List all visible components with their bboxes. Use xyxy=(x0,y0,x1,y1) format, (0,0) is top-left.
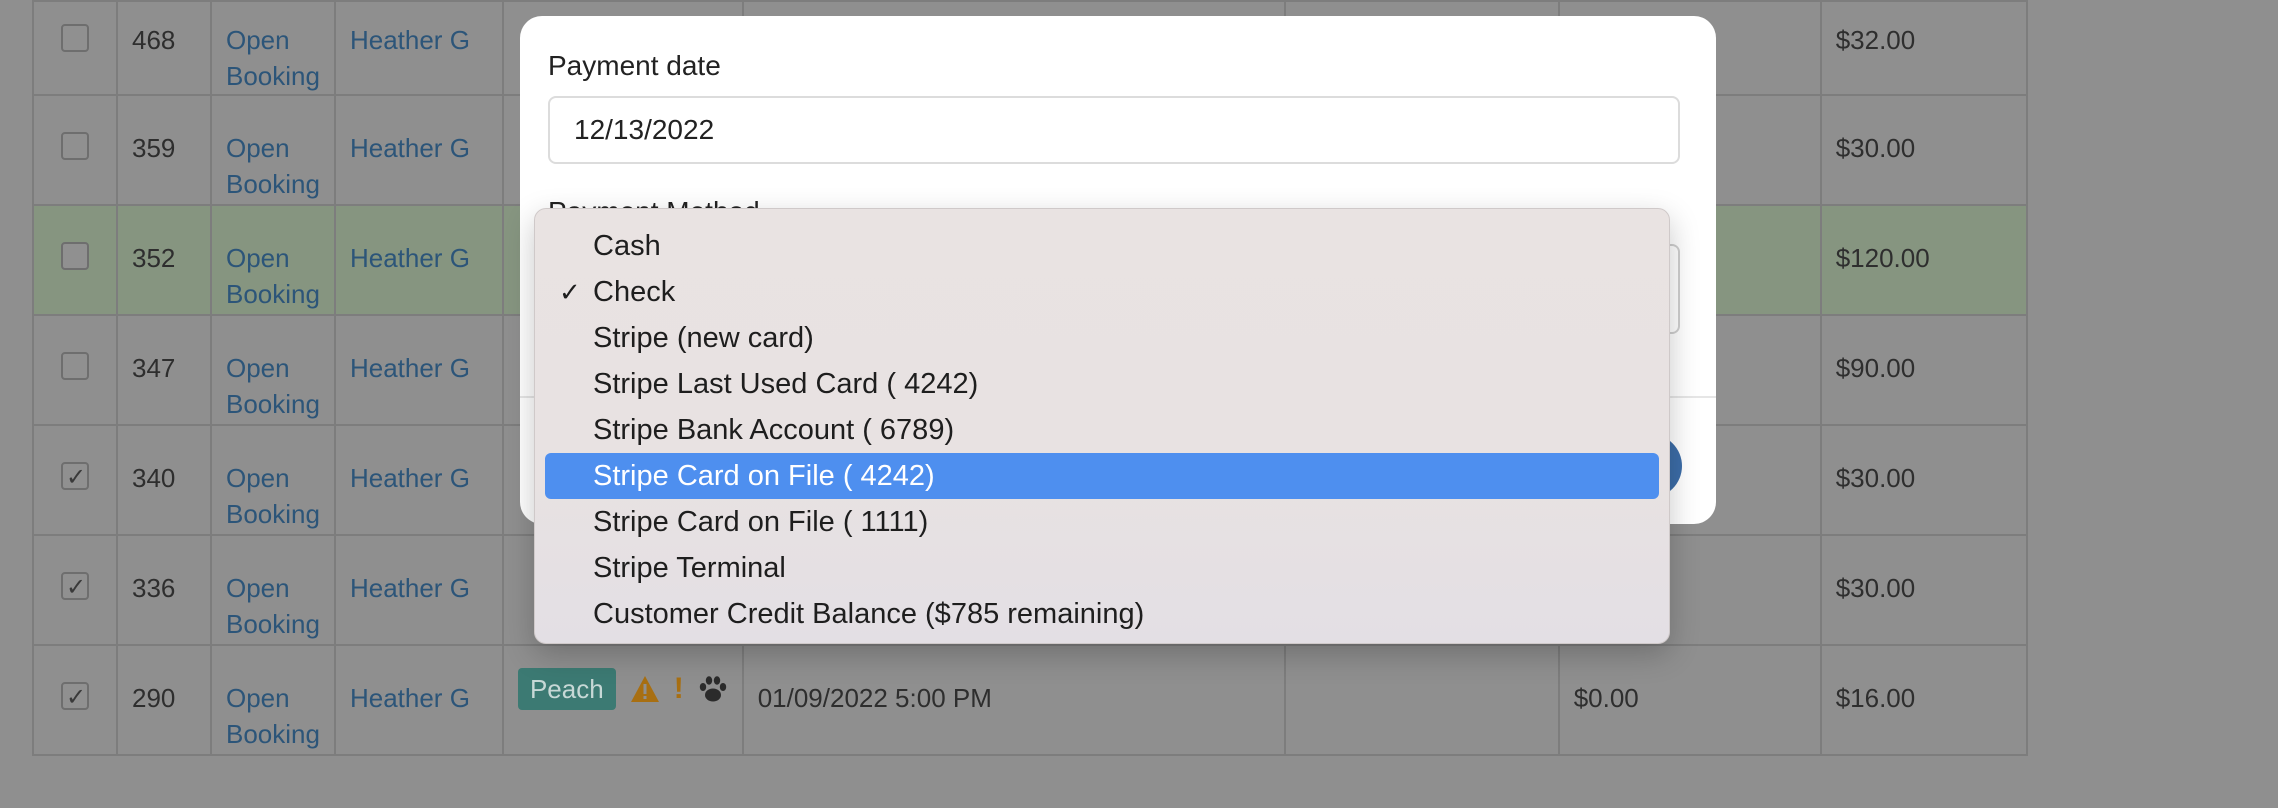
menu-item-label: Stripe Bank Account ( 6789) xyxy=(593,414,955,446)
menu-item-label: Cash xyxy=(593,230,661,262)
warning-icon xyxy=(630,676,659,702)
menu-item-label: Stripe Terminal xyxy=(593,552,786,584)
empty-cell xyxy=(1283,644,1560,756)
payment-date-input[interactable] xyxy=(548,96,1680,164)
pet-badge[interactable]: Peach xyxy=(517,668,616,710)
menu-item-stripe-card-4242[interactable]: Stripe Card on File ( 4242) xyxy=(545,453,1659,499)
open-booking-link[interactable]: Open Booking xyxy=(210,424,336,536)
open-booking-link[interactable]: Open Booking xyxy=(210,94,336,206)
booking-id: 336 xyxy=(116,534,212,646)
date-cell: 01/09/2022 5:00 PM xyxy=(741,644,1286,756)
customer-link[interactable]: Heather G xyxy=(333,534,504,646)
menu-item-label: Stripe Last Used Card ( 4242) xyxy=(593,368,979,400)
open-booking-link[interactable]: Open Booking xyxy=(210,204,336,316)
row-checkbox[interactable] xyxy=(61,680,89,716)
booking-id: 347 xyxy=(116,314,212,426)
open-booking-link[interactable]: Open Booking xyxy=(210,0,336,96)
amount-total: $16.00 xyxy=(1819,644,2028,756)
booking-id: 468 xyxy=(116,0,212,96)
amount-total: $90.00 xyxy=(1819,314,2028,426)
pet-cell: Peach ! xyxy=(501,644,744,756)
amount-total: $30.00 xyxy=(1819,534,2028,646)
open-booking-link[interactable]: Open Booking xyxy=(210,534,336,646)
row-checkbox[interactable] xyxy=(61,352,89,380)
amount-paid: $0.00 xyxy=(1557,644,1822,756)
menu-item-label: Stripe Card on File ( 1111) xyxy=(593,506,929,538)
customer-link[interactable]: Heather G xyxy=(333,94,504,206)
menu-item-stripe-last-used-card[interactable]: Stripe Last Used Card ( 4242) xyxy=(545,361,1659,407)
open-booking-link[interactable]: Open Booking xyxy=(210,644,336,756)
menu-item-label: Check xyxy=(593,276,676,308)
customer-link[interactable]: Heather G xyxy=(333,204,504,316)
open-booking-link[interactable]: Open Booking xyxy=(210,314,336,426)
amount-total: $32.00 xyxy=(1819,0,2028,96)
amount-total: $120.00 xyxy=(1819,204,2028,316)
exclamation-icon: ! xyxy=(673,672,684,705)
menu-item-label: Stripe (new card) xyxy=(593,322,814,354)
customer-link[interactable]: Heather G xyxy=(333,424,504,536)
paw-icon xyxy=(699,676,726,702)
booking-id: 359 xyxy=(116,94,212,206)
row-checkbox[interactable] xyxy=(61,132,89,160)
booking-id: 290 xyxy=(116,644,212,756)
booking-id: 352 xyxy=(116,204,212,316)
customer-link[interactable]: Heather G xyxy=(333,644,504,756)
row-checkbox[interactable] xyxy=(61,24,89,52)
amount-total: $30.00 xyxy=(1819,94,2028,206)
menu-item-check[interactable]: ✓ Check xyxy=(545,269,1659,315)
menu-item-customer-credit[interactable]: Customer Credit Balance ($785 remaining) xyxy=(545,591,1659,637)
menu-item-label: Stripe Card on File ( 4242) xyxy=(593,460,935,492)
row-checkbox[interactable] xyxy=(61,570,89,606)
row-checkbox[interactable] xyxy=(61,460,89,496)
customer-link[interactable]: Heather G xyxy=(333,314,504,426)
customer-link[interactable]: Heather G xyxy=(333,0,504,96)
menu-item-label: Customer Credit Balance ($785 remaining) xyxy=(593,598,1145,630)
menu-item-stripe-card-1111[interactable]: Stripe Card on File ( 1111) xyxy=(545,499,1659,545)
menu-item-stripe-new-card[interactable]: Stripe (new card) xyxy=(545,315,1659,361)
payment-method-menu: Cash ✓ Check Stripe (new card) Stripe La… xyxy=(534,208,1670,644)
amount-total: $30.00 xyxy=(1819,424,2028,536)
row-checkbox[interactable] xyxy=(61,242,89,270)
menu-item-stripe-terminal[interactable]: Stripe Terminal xyxy=(545,545,1659,591)
checkmark-icon: ✓ xyxy=(559,277,581,307)
booking-id: 340 xyxy=(116,424,212,536)
payment-date-label: Payment date xyxy=(548,50,721,81)
menu-item-cash[interactable]: Cash xyxy=(545,223,1659,269)
menu-item-stripe-bank-account[interactable]: Stripe Bank Account ( 6789) xyxy=(545,407,1659,453)
table-row: 290 OpenBooking Heather G Peach ! xyxy=(32,644,2028,756)
